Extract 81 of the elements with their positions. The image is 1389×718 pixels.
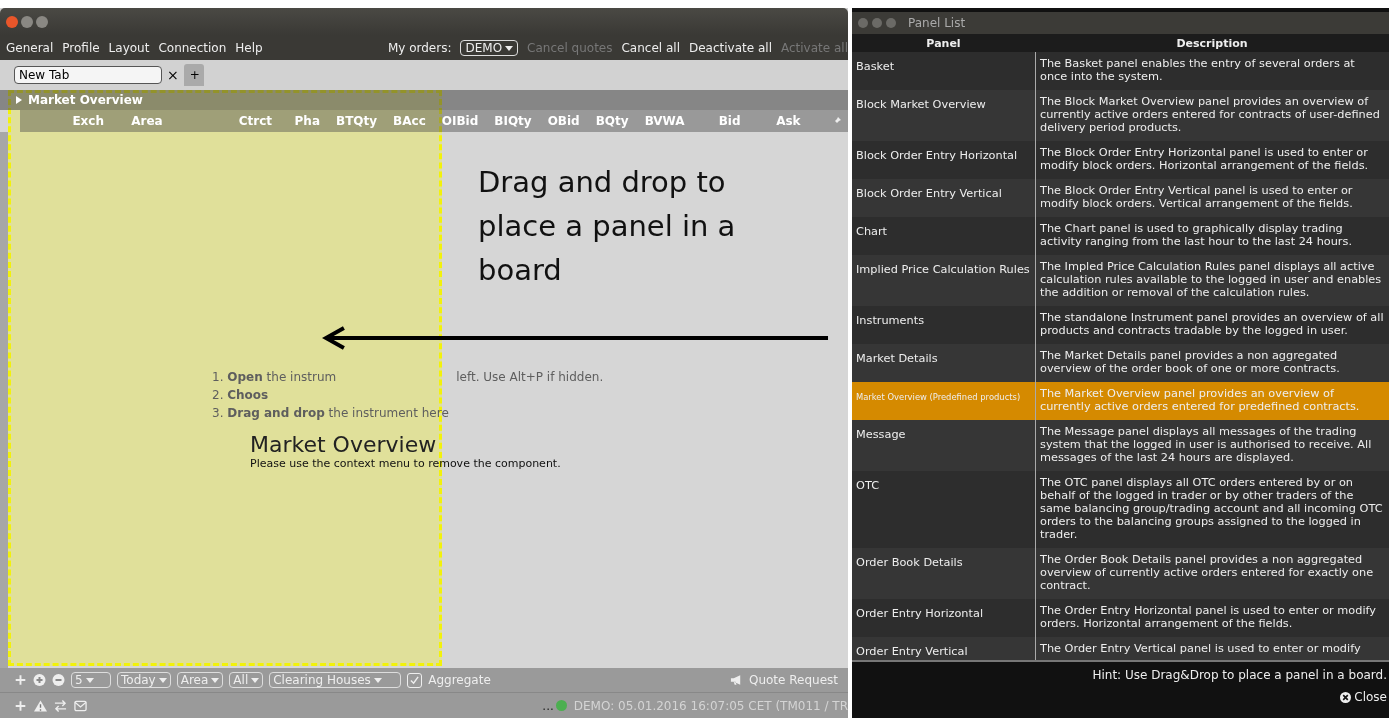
panel-description: The Chart panel is used to graphically display trading activity ranging from the last hour to the last 24 hours. [1039,221,1353,250]
instruction-text: 2. Choos [212,387,269,404]
panel-title: Market Overview [28,93,143,107]
close-icon [1340,691,1352,703]
plus-icon[interactable] [14,699,27,712]
close-button[interactable]: Close [1340,690,1387,704]
panel-row[interactable]: Order Entry Vertical The Order Entry Vertical panel is used to enter or modify [852,637,1389,660]
panel-description: The Block Order Entry Horizontal panel is used to enter or modify block orders. Horizontal arrangement of the fields. [1039,145,1370,174]
caret-icon [251,678,260,683]
my-orders-label: My orders: [387,40,452,55]
checkmark-icon [410,675,420,685]
panel-description: The Impled Price Calculation Rules panel displays all active calculation rules available to the logged in user and enables the addition or removal of the calculation rules. [1039,259,1383,301]
caret-icon [85,678,94,683]
account-dropdown[interactable]: DEMO [460,39,519,56]
connection-status-text: DEMO: 05.01.2016 16:07:05 CET (TM011 / TR [573,698,848,713]
panel-row[interactable]: Order Book Details The Order Book Details panel provides a non aggregated overview of currently active orders entered for exactly one contract. [852,548,1389,599]
panel-row[interactable]: Block Order Entry Horizontal The Block Order Entry Horizontal panel is used to enter or modify block orders. Horizontal arrangement of the fields. [852,141,1389,179]
column-header: Panel [925,36,962,50]
panel-description: The standalone Instrument panel provides an overview of all products and contracts tradable by the logged in user. [1039,310,1385,339]
panel-description: The Block Market Overview panel provides an overview of currently active orders entered for contracts of user-defined delivery period products. [1039,94,1381,136]
tab-name-field[interactable]: New Tab [14,66,162,84]
caret-icon [158,678,167,683]
panel-description: The Market Overview panel provides an overview of currently active orders entered for predefined contracts. [1039,386,1361,415]
add-tab-button[interactable]: + [183,64,204,86]
action-button[interactable]: Cancel all [621,40,680,55]
expand-icon[interactable] [16,96,22,104]
panel-row[interactable] [852,255,1389,306]
panel-description: The Order Entry Horizontal panel is used to enter or modify orders. Horizontal arrangement of the fields. [1039,603,1378,632]
panel-row[interactable]: Message The Message panel displays all messages of the trading system that the logged in user is authorised to receive. All messages of the last 24 hours are displayed. [852,420,1389,471]
panel-description: The Market Details panel provides a non aggregated overview of the order book of one or more contracts. [1039,348,1341,377]
panel-row[interactable]: Block Market Overview The Block Market Overview panel provides an overview of currently active orders entered for contracts of user-defined delivery period products. [852,90,1389,141]
warning-icon[interactable] [34,699,47,712]
panel-description: The Block Order Entry Vertical panel is used to enter or modify block orders. Vertical arrangement of the fields. [1039,183,1354,212]
drag-hint-text: Drag and drop to place a panel in a board [478,164,737,289]
hint-text: Hint: Use Drag&Drop to place a panel in a board. [1092,668,1387,682]
panel-description: The OTC panel displays all OTC orders entered by or on behalf of the logged in trader or by other traders of the same balancing group/trading account and all incoming OTC orders to the balancing groups assigned to the logged in trader. [1039,475,1384,543]
panel-row[interactable]: Chart The Chart panel is used to graphically display trading activity ranging from the last hour to the last 24 hours. [852,217,1389,255]
panel-row[interactable]: Block Order Entry Vertical The Block Order Entry Vertical panel is used to enter or modify block orders. Vertical arrangement of the fields. [852,179,1389,217]
caret-icon [373,678,382,683]
column-header: Description [1175,36,1249,50]
panel-row[interactable]: Basket The Basket panel enables the entry of several orders at once into the system. [852,52,1389,90]
megaphone-icon[interactable] [729,674,743,686]
aggregate-label: Aggregate [428,673,491,687]
aggregate-checkbox[interactable] [407,672,423,688]
panel-row[interactable]: Order Entry Horizontal The Order Entry Horizontal panel is used to enter or modify orders. Horizontal arrangement of the fields. [852,599,1389,637]
panel-description: The Basket panel enables the entry of several orders at once into the system. [1039,56,1356,85]
panel-name: Order Entry Vertical [852,637,1036,660]
close-icon[interactable] [6,15,18,28]
close-tab-button[interactable]: × [165,67,181,83]
menu-item[interactable]: General [6,40,54,55]
minimize-icon[interactable] [872,18,882,28]
panel-row[interactable]: Market Details The Market Details panel provides a non aggregated overview of the order book of one or more contracts. [852,344,1389,382]
instruction-text: left. Use Alt+P if hidden. [456,369,604,386]
maximize-icon[interactable] [36,15,48,28]
panel-description: The Order Book Details panel provides a non aggregated overview of currently active orders entered for exactly one contract. [1039,552,1375,594]
transfer-icon[interactable] [54,699,67,712]
zoom-out-icon[interactable] [52,674,65,686]
dragged-panel-label: Market Overview [250,432,438,457]
menu-item[interactable]: Connection [158,40,227,55]
panel-row[interactable]: Instruments The standalone Instrument panel provides an overview of all products and contracts tradable by the logged in user. [852,306,1389,344]
menu-item[interactable]: Profile [62,40,100,55]
maximize-icon[interactable] [886,18,896,28]
caret-icon [211,678,220,683]
mail-icon[interactable] [74,699,87,712]
menu-item[interactable]: Layout [108,40,150,55]
status-ellipsis: ... [542,698,554,713]
plus-icon[interactable] [14,674,27,686]
window-title: Panel List [908,16,966,30]
zoom-in-icon[interactable] [33,674,46,686]
panel-row[interactable] [852,471,1389,548]
side-handle[interactable] [0,132,8,668]
minimize-icon[interactable] [21,15,33,28]
panel-description: The Order Entry Vertical panel is used to enter or modify [1039,641,1362,657]
instruction-text: 3. Drag and drop the instrument here [212,405,449,422]
panel-description: The Message panel displays all messages of the trading system that the logged in user is authorised to receive. All messages of the last 24 hours are displayed. [1039,424,1373,466]
caret-icon [505,45,514,51]
close-icon[interactable] [858,18,868,28]
instruction-text: 1. Open the instrum [212,369,337,386]
menu-item[interactable]: Help [235,40,263,55]
connection-status-icon [555,700,567,711]
action-button[interactable]: Deactivate all [689,40,772,55]
